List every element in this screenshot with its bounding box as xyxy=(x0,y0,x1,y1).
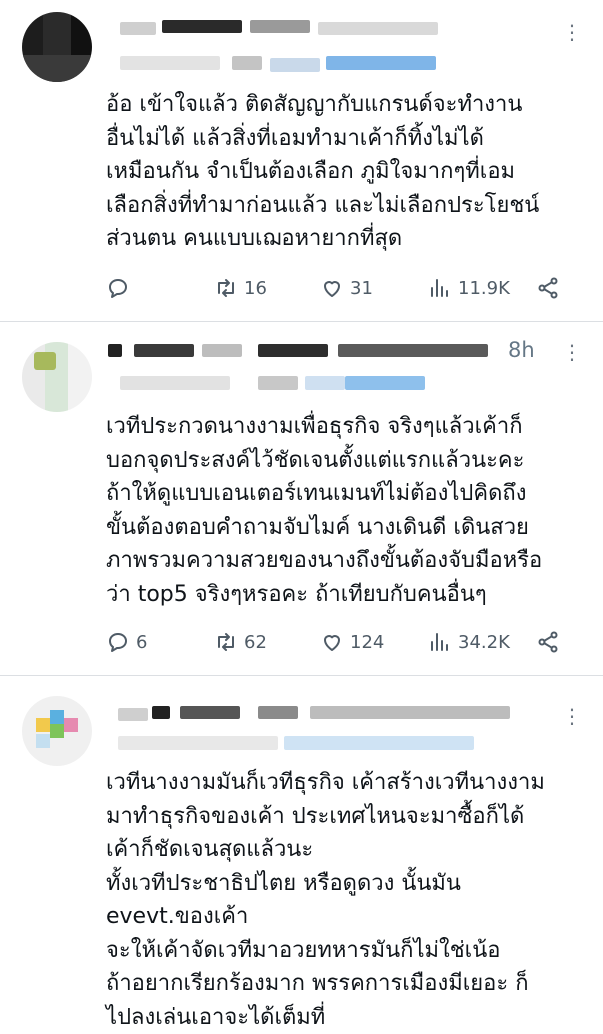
views-icon xyxy=(431,633,448,651)
heart-icon xyxy=(324,635,340,651)
views-count: 11.9K xyxy=(458,277,510,299)
views-icon xyxy=(431,279,448,297)
retweet-count: 62 xyxy=(244,631,267,653)
views-count: 34.2K xyxy=(458,631,510,653)
avatar[interactable] xyxy=(22,696,92,766)
retweet-button[interactable]: 62 xyxy=(214,626,267,658)
tweet-1[interactable]: ⋮ อ้อ เข้าใจแล้ว ติดสัญญากับแกรนด์จะทำงา… xyxy=(0,0,603,322)
tweet-text: อ้อ เข้าใจแล้ว ติดสัญญากับแกรนด์จะทำงาน … xyxy=(106,92,540,251)
action-bar: 6 62 124 34.2K xyxy=(106,626,577,658)
share-button[interactable] xyxy=(536,626,560,658)
heart-icon xyxy=(324,281,340,297)
like-count: 31 xyxy=(350,277,373,299)
retweet-icon xyxy=(218,633,234,651)
share-icon xyxy=(538,631,558,653)
like-button[interactable]: 124 xyxy=(320,626,384,658)
reply-button[interactable] xyxy=(106,272,136,304)
reply-count: 6 xyxy=(136,631,148,653)
retweet-count: 16 xyxy=(244,277,267,299)
reply-button[interactable]: 6 xyxy=(106,626,147,658)
views-button[interactable]: 34.2K xyxy=(428,626,510,658)
tweet-age[interactable]: 8h xyxy=(508,338,535,362)
views-button[interactable]: 11.9K xyxy=(428,272,510,304)
share-button[interactable] xyxy=(536,272,560,304)
more-options-icon[interactable]: ⋮ xyxy=(562,706,582,726)
retweet-button[interactable]: 16 xyxy=(214,272,267,304)
more-options-icon[interactable]: ⋮ xyxy=(562,342,582,362)
like-count: 124 xyxy=(350,631,385,653)
tweet-text: เวทีประกวดนางงามเพื่อธุรกิจ จริงๆแล้วเค้… xyxy=(106,414,543,607)
more-options-icon[interactable]: ⋮ xyxy=(562,22,582,42)
reply-icon xyxy=(109,633,127,652)
reply-icon xyxy=(109,279,127,298)
like-button[interactable]: 31 xyxy=(320,272,373,304)
avatar[interactable] xyxy=(22,12,92,82)
tweet-2[interactable]: 8h ⋮ เวทีประกวดนางงามเพื่อธุรกิจ จริงๆแล… xyxy=(0,322,603,676)
tweet-text: เวทีนางงามมันก็เวทีธุรกิจ เค้าสร้างเวทีน… xyxy=(106,770,545,1030)
tweet-3[interactable]: ⋮ เวทีนางงามมันก็เวทีธุรกิจ เค้าสร้างเวท… xyxy=(0,676,603,1030)
retweet-icon xyxy=(218,279,234,297)
avatar[interactable] xyxy=(22,342,92,412)
action-bar: 16 31 11.9K xyxy=(106,272,577,304)
share-icon xyxy=(538,277,558,299)
